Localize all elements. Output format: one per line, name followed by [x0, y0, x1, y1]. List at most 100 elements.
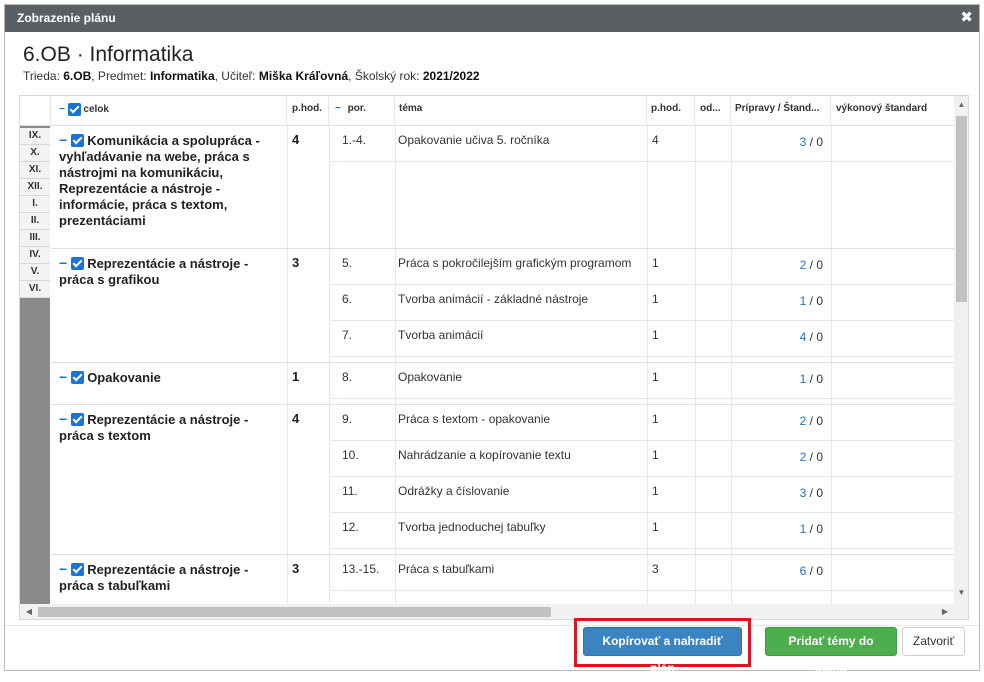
- footer-divider: [5, 625, 979, 626]
- topic-row: 8. Opakovanie 1 1 / 0: [51, 363, 954, 399]
- grade-item[interactable]: III.: [20, 230, 50, 247]
- topic-row: 7. Tvorba animácií 1 4 / 0: [51, 321, 954, 357]
- rok-value: 2021/2022: [422, 69, 480, 83]
- close-button[interactable]: Zatvoriť: [902, 627, 965, 656]
- standards-count: 0: [816, 372, 823, 386]
- group-row: − Opakovanie 1 8. Opakovanie 1 1 / 0: [51, 363, 954, 405]
- select-all-checkbox[interactable]: [67, 103, 81, 116]
- collapse-topics-toggle[interactable]: −: [335, 103, 341, 114]
- page-title: 6.OB · Informatika: [23, 43, 194, 66]
- topic-tema: Tvorba animácií: [398, 328, 484, 342]
- trieda-label: Trieda:: [23, 69, 64, 83]
- header-celok: − celok: [51, 96, 287, 126]
- dialog-titlebar: Zobrazenie plánu ✖: [5, 5, 979, 32]
- topic-por: 1.-4.: [342, 133, 367, 147]
- topic-row: 9. Práca s textom - opakovanie 1 2 / 0: [51, 405, 954, 441]
- header-por[interactable]: − por.: [329, 96, 395, 126]
- topic-pripravy: 4 / 0: [731, 330, 823, 344]
- topic-pripravy: 1 / 0: [731, 294, 823, 308]
- scroll-up-icon[interactable]: ▲: [954, 98, 968, 112]
- topic-pripravy: 2 / 0: [731, 258, 823, 272]
- standards-count: 0: [816, 258, 823, 272]
- grade-item[interactable]: XII.: [20, 179, 50, 196]
- grade-item[interactable]: V.: [20, 264, 50, 281]
- grade-item[interactable]: VI.: [20, 281, 50, 298]
- topic-por: 9.: [342, 412, 353, 426]
- header-vykonovy[interactable]: výkonový štandard: [831, 96, 954, 126]
- pripravy-separator: /: [806, 486, 817, 500]
- collapse-all-toggle[interactable]: −: [59, 104, 65, 115]
- predmet-label: , Predmet:: [91, 69, 150, 83]
- topic-hours: 3: [652, 562, 659, 576]
- topic-por: 8.: [342, 370, 353, 384]
- scroll-left-icon[interactable]: ◀: [22, 604, 36, 619]
- ucitel-label: , Učiteľ:: [214, 69, 259, 83]
- copy-replace-plan-button[interactable]: Kopírovať a nahradiť plán: [583, 627, 742, 675]
- standards-count: 0: [816, 294, 823, 308]
- predmet-value: Informatika: [149, 69, 215, 83]
- topic-tema: Práca s tabuľkami: [398, 562, 495, 576]
- add-topics-button[interactable]: Pridať témy do plánu: [765, 627, 897, 675]
- plan-info: Trieda: 6.OB, Predmet: Informatika, Učit…: [23, 69, 480, 83]
- header-celok-label: celok: [83, 104, 109, 116]
- grade-sidebar: IX. X. XI. XII. I. II. III. IV. V. VI.: [20, 126, 50, 604]
- topic-hours: 1: [652, 520, 659, 534]
- topic-row: 11. Odrážky a číslovanie 1 3 / 0: [51, 477, 954, 513]
- topic-pripravy: 1 / 0: [731, 372, 823, 386]
- topic-tema: Odrážky a číslovanie: [398, 484, 510, 498]
- topic-por: 13.-15.: [342, 562, 380, 576]
- topic-por: 7.: [342, 328, 353, 342]
- group-row: − Reprezentácie a nástroje - práca s graf…: [51, 249, 954, 363]
- topic-hours: 1: [652, 412, 659, 426]
- close-icon[interactable]: ✖: [960, 9, 973, 26]
- topic-hours: 4: [652, 133, 659, 147]
- pripravy-separator: /: [806, 294, 817, 308]
- topic-hours: 1: [652, 328, 659, 342]
- topic-row: 13.-15. Práca s tabuľkami 3 6 / 0: [51, 555, 954, 591]
- group-row: − Komunikácia a spolupráca - vyhľadávanie…: [51, 126, 954, 249]
- group-row: − Reprezentácie a nástroje - práca s tabu…: [51, 555, 954, 604]
- topic-pripravy: 6 / 0: [731, 564, 823, 578]
- trieda-value: 6.OB: [63, 69, 92, 83]
- scroll-down-icon[interactable]: ▼: [954, 586, 968, 600]
- dialog-title: Zobrazenie plánu: [17, 11, 116, 25]
- pripravy-separator: /: [806, 414, 817, 428]
- topic-tema: Nahrádzanie a kopírovanie textu: [398, 448, 571, 462]
- header-pripravy[interactable]: Prípravy / Štand...: [731, 96, 831, 126]
- topic-tema: Práca s pokročilejším grafickým programo…: [398, 256, 632, 270]
- topic-row: 5. Práca s pokročilejším grafickým progr…: [51, 249, 954, 285]
- pripravy-separator: /: [806, 330, 817, 344]
- header-phod2[interactable]: p.hod.: [647, 96, 695, 126]
- topic-hours: 1: [652, 256, 659, 270]
- ucitel-value: Miška Kráľovná: [258, 69, 349, 83]
- grade-item[interactable]: II.: [20, 213, 50, 230]
- topic-por: 6.: [342, 292, 353, 306]
- pripravy-separator: /: [806, 258, 817, 272]
- topic-tema: Práca s textom - opakovanie: [398, 412, 551, 426]
- grade-item[interactable]: I.: [20, 196, 50, 213]
- pripravy-separator: /: [806, 450, 817, 464]
- topic-por: 10.: [342, 448, 359, 462]
- vertical-scroll-thumb[interactable]: [956, 116, 967, 302]
- header-phod[interactable]: p.hod.: [287, 96, 329, 126]
- horizontal-scrollbar[interactable]: ◀ ▶: [20, 604, 968, 619]
- horizontal-scroll-thumb[interactable]: [38, 607, 551, 617]
- scroll-right-icon[interactable]: ▶: [938, 604, 952, 619]
- standards-count: 0: [816, 522, 823, 536]
- topic-row: 10. Nahrádzanie a kopírovanie textu 1 2 …: [51, 441, 954, 477]
- topic-hours: 1: [652, 484, 659, 498]
- rok-label: , Školský rok:: [348, 69, 423, 83]
- standards-count: 0: [816, 414, 823, 428]
- header-tema[interactable]: téma: [395, 96, 647, 126]
- vertical-scrollbar[interactable]: ▲ ▼: [954, 96, 968, 604]
- topic-hours: 1: [652, 370, 659, 384]
- topic-tema: Tvorba jednoduchej tabuľky: [398, 520, 546, 534]
- plan-grid: − celok p.hod. − por. téma p.hod. od... …: [19, 95, 969, 620]
- grade-item[interactable]: IV.: [20, 247, 50, 264]
- group-row: − Reprezentácie a nástroje - práca s text…: [51, 405, 954, 555]
- grade-item[interactable]: X.: [20, 145, 50, 162]
- standards-count: 0: [816, 450, 823, 464]
- header-od[interactable]: od...: [695, 96, 731, 126]
- grade-item[interactable]: XI.: [20, 162, 50, 179]
- grade-item[interactable]: IX.: [20, 128, 50, 145]
